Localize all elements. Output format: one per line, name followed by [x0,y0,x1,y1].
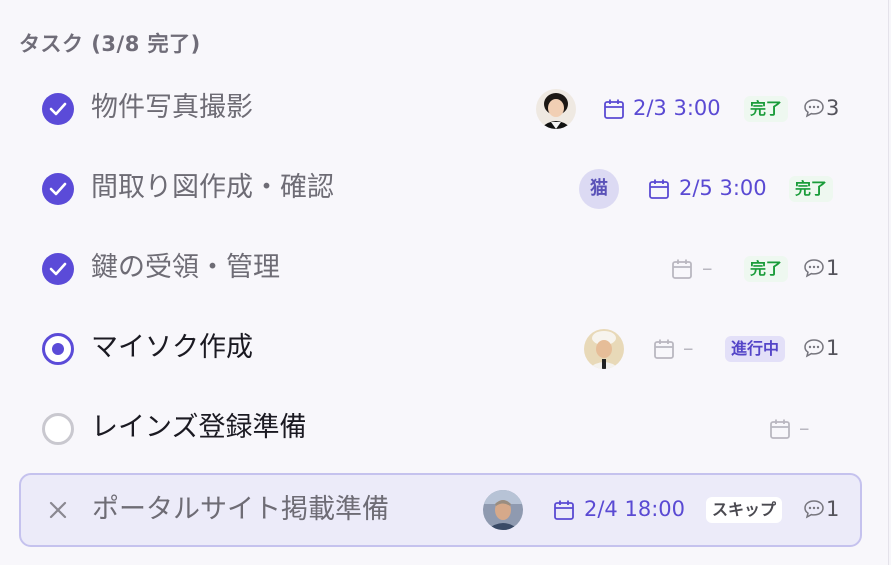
task-title[interactable]: マイソク作成 [91,330,253,366]
completed-checkbox[interactable] [42,173,74,205]
completed-checkbox[interactable] [42,253,74,285]
in-progress-checkbox[interactable] [42,333,74,365]
calendar-icon [648,178,670,200]
task-title[interactable]: レインズ登録準備 [91,410,306,446]
assignee-avatar[interactable] [536,89,576,129]
task-row-skipped[interactable]: ポータルサイト掲載準備 2/4 18:00 スキップ 1 [19,473,862,547]
task-title[interactable]: 物件写真撮影 [91,90,253,126]
task-panel: タスク (3/8 完了) 物件写真撮影 2/3 3:00 完了 3 間取り図作成… [0,0,889,565]
due-date[interactable]: – [799,413,810,443]
comment-count[interactable]: 1 [803,494,839,524]
task-title[interactable]: 間取り図作成・確認 [91,170,334,206]
due-date[interactable]: 2/3 3:00 [633,93,721,123]
task-row[interactable]: マイソク作成 – 進行中 1 [19,312,862,386]
task-list-header: タスク (3/8 完了) [19,32,201,56]
comment-count[interactable]: 1 [803,253,839,283]
task-row[interactable]: 間取り図作成・確認 猫 2/5 3:00 完了 [19,152,862,226]
progress-dot [52,343,64,355]
comment-count[interactable]: 3 [803,93,839,123]
calendar-icon [769,418,791,440]
calendar-icon [553,499,575,521]
status-badge: 完了 [789,176,834,202]
task-row[interactable]: 鍵の受領・管理 – 完了 1 [19,232,862,306]
assignee-avatar[interactable] [483,490,523,530]
calendar-icon [671,258,693,280]
comment-icon [804,259,824,278]
calendar-icon [653,338,675,360]
comment-count-value: 1 [826,336,840,360]
calendar-icon [603,98,625,120]
status-badge: 完了 [744,256,789,282]
task-row[interactable]: 物件写真撮影 2/3 3:00 完了 3 [19,72,862,146]
task-title[interactable]: 鍵の受領・管理 [91,250,280,286]
due-date[interactable]: – [702,253,713,283]
comment-count-value: 1 [826,256,840,280]
comment-icon [804,339,824,358]
assignee-avatar[interactable] [584,329,624,369]
due-date[interactable]: – [683,333,694,363]
comment-count-value: 1 [826,497,840,521]
status-badge: 完了 [744,96,789,122]
todo-checkbox[interactable] [42,413,74,445]
due-date[interactable]: 2/5 3:00 [679,173,767,203]
assignee-avatar[interactable]: 猫 [579,169,619,209]
task-title[interactable]: ポータルサイト掲載準備 [92,492,389,528]
comment-icon [804,99,824,118]
skip-x-icon[interactable] [42,494,74,526]
comment-icon [804,500,824,519]
completed-checkbox[interactable] [42,93,74,125]
comment-count-value: 3 [826,96,840,120]
due-date[interactable]: 2/4 18:00 [584,494,685,524]
comment-count[interactable]: 1 [803,333,839,363]
task-row[interactable]: レインズ登録準備 – [19,392,862,466]
status-badge: スキップ [706,497,783,523]
status-badge: 進行中 [725,336,786,362]
